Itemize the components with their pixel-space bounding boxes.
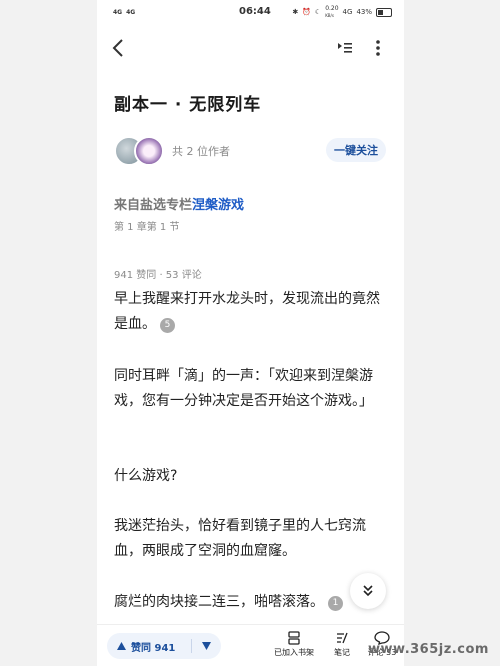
bookshelf-label: 已加入书架 xyxy=(274,648,314,657)
avatar[interactable] xyxy=(134,136,164,166)
article-title: 副本一 · 无限列车 xyxy=(114,95,262,115)
paragraph-text: 我迷茫抬头，恰好看到镜子里的人七窍流血，两眼成了空洞的血窟窿。 xyxy=(114,518,366,559)
paragraph-text: 什么游戏? xyxy=(114,468,178,484)
signal-indicators: 4G 4G xyxy=(113,9,135,16)
comment-count-badge[interactable]: 5 xyxy=(160,318,175,333)
triangle-down-icon xyxy=(202,642,212,650)
playlist-icon[interactable] xyxy=(337,40,353,56)
signal-1: 4G xyxy=(113,8,123,16)
paragraph: 什么游戏? xyxy=(114,464,384,489)
paragraph: 腐烂的肉块接二连三，啪嗒滚落。 1 xyxy=(114,590,384,615)
phone-screen: 4G 4G 06:44 ✱ ⏰ ☾ 0.20 KB/s 4G 43% 副本一 ·… xyxy=(97,0,404,666)
battery-percent: 43% xyxy=(356,8,372,16)
alarm-icon: ⏰ xyxy=(302,8,311,16)
more-vertical-icon[interactable] xyxy=(373,39,383,57)
paragraph: 同时耳畔「滴」的一声：「欢迎来到涅槃游戏，您有一分钟决定是否开始这个游戏。」 xyxy=(114,364,384,414)
network-type: 4G xyxy=(342,8,353,16)
bluetooth-icon: ✱ xyxy=(292,8,299,16)
paragraph-text: 腐烂的肉块接二连三，啪嗒滚落。 xyxy=(114,594,324,610)
status-bar: 4G 4G 06:44 ✱ ⏰ ☾ 0.20 KB/s 4G 43% xyxy=(97,0,404,24)
signal-2: 4G xyxy=(126,8,136,16)
paragraph-text: 早上我醒来打开水龙头时，发现流出的竟然是血。 xyxy=(114,291,380,332)
upvote-button[interactable]: 赞同 941 xyxy=(107,639,191,654)
scroll-down-button[interactable] xyxy=(350,573,386,609)
article-meta: 941 赞同 · 53 评论 xyxy=(114,270,202,281)
authors-count: 共 2 位作者 xyxy=(172,145,230,158)
authors-row[interactable]: 共 2 位作者 xyxy=(114,136,230,166)
double-chevron-down-icon xyxy=(363,585,373,597)
bottom-toolbar: 赞同 941 已加入书架 笔记 评论 53 xyxy=(97,624,404,666)
vote-pill: 赞同 941 xyxy=(107,633,221,659)
bookshelf-icon xyxy=(288,631,300,645)
source-line: 来自盐选专栏涅槃游戏 xyxy=(114,194,244,213)
notes-label: 笔记 xyxy=(334,648,350,657)
moon-icon: ☾ xyxy=(314,8,322,16)
column-link[interactable]: 涅槃游戏 xyxy=(192,198,244,213)
paragraph-text: 同时耳畔「滴」的一声：「欢迎来到涅槃游戏，您有一分钟决定是否开始这个游戏。」 xyxy=(114,368,373,409)
clock: 06:44 xyxy=(239,6,271,17)
nav-bar xyxy=(97,36,404,60)
triangle-up-icon xyxy=(117,642,126,650)
source-prefix: 来自盐选专栏 xyxy=(114,198,193,213)
upvote-label: 赞同 941 xyxy=(131,642,176,654)
bookshelf-button[interactable]: 已加入书架 xyxy=(271,631,317,658)
battery-icon xyxy=(376,7,392,17)
watermark: www.365jz.com xyxy=(368,642,489,657)
follow-all-button[interactable]: 一键关注 xyxy=(326,138,386,162)
net-speed: 0.20 KB/s xyxy=(325,5,339,18)
chapter-label: 第 1 章第 1 节 xyxy=(114,222,180,233)
comment-count-badge[interactable]: 1 xyxy=(328,596,343,611)
paragraph: 我迷茫抬头，恰好看到镜子里的人七窍流血，两眼成了空洞的血窟窿。 xyxy=(114,514,384,564)
back-arrow-icon[interactable] xyxy=(111,38,127,58)
downvote-button[interactable] xyxy=(192,642,221,650)
notes-icon xyxy=(337,632,348,644)
status-right: ✱ ⏰ ☾ 0.20 KB/s 4G 43% xyxy=(292,5,392,19)
paragraph: 早上我醒来打开水龙头时，发现流出的竟然是血。 5 xyxy=(114,287,384,337)
